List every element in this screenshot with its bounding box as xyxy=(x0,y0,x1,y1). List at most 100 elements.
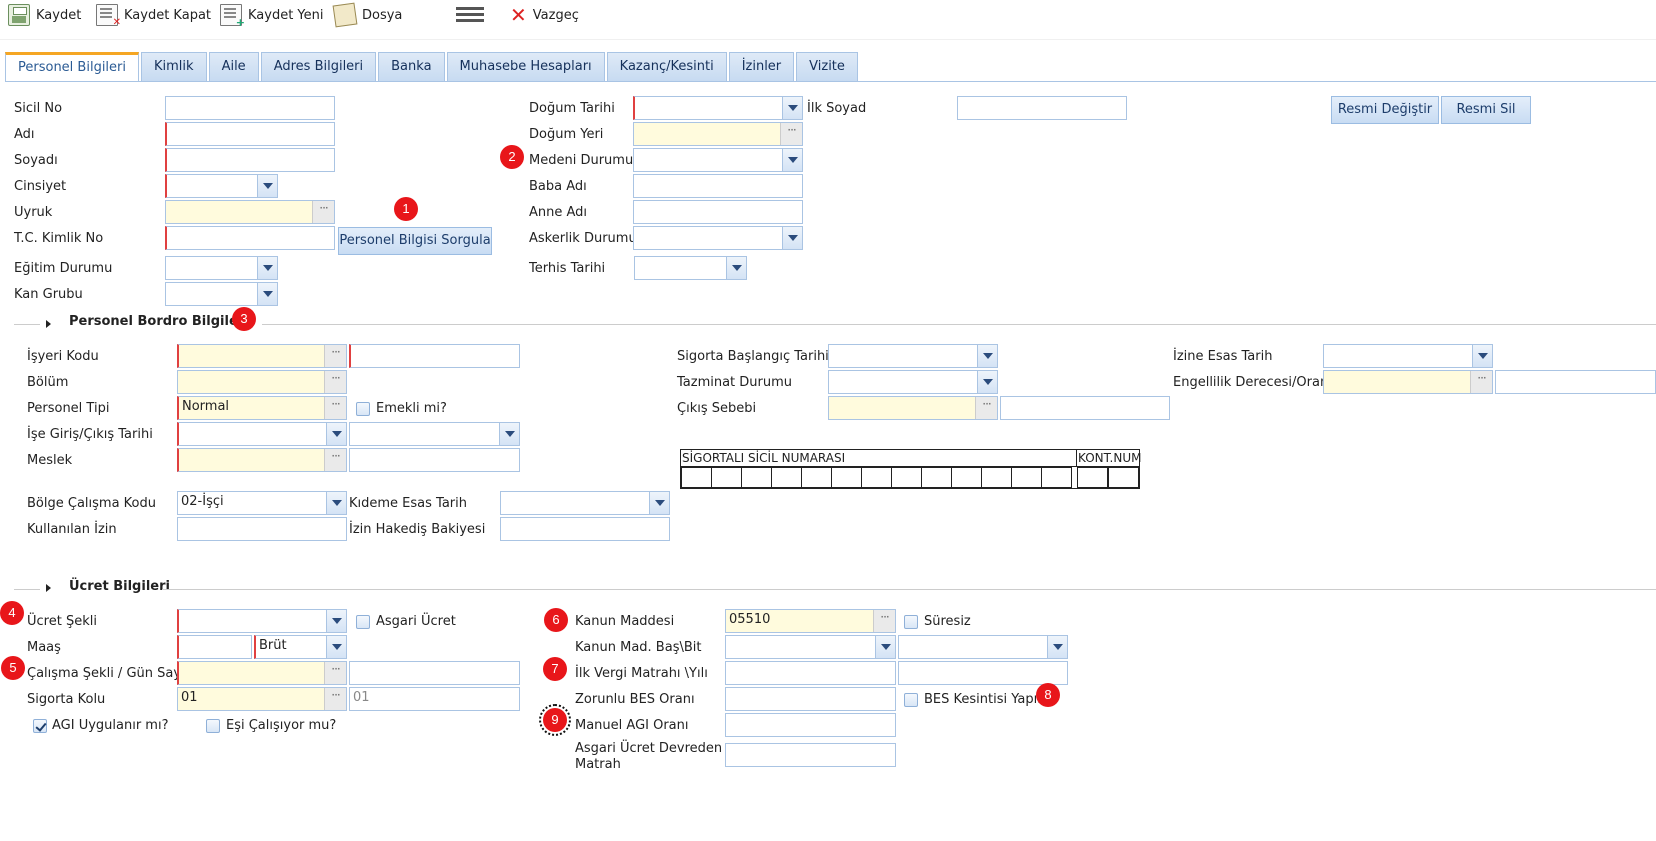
kullanilan-izin-input[interactable] xyxy=(177,517,347,541)
save-button[interactable]: Kaydet xyxy=(8,2,81,28)
save-close-button[interactable]: ✕ Kaydet Kapat xyxy=(96,2,211,28)
resmi-sil-button[interactable]: Resmi Sil xyxy=(1441,96,1531,124)
izin-hakedis-input[interactable] xyxy=(500,517,670,541)
zorunlu-bes-input[interactable] xyxy=(725,687,896,711)
expand-arrow-icon[interactable] xyxy=(46,320,51,328)
chevron-down-icon[interactable] xyxy=(326,610,346,632)
chevron-down-icon[interactable] xyxy=(1047,636,1067,658)
sgk-cell[interactable] xyxy=(681,467,712,488)
kideme-esas-select[interactable] xyxy=(500,491,670,515)
ellipsis-icon[interactable]: ··· xyxy=(312,201,334,223)
dogum-tarihi-select[interactable] xyxy=(633,96,803,120)
chevron-down-icon[interactable] xyxy=(782,149,802,171)
adi-input[interactable] xyxy=(165,122,335,146)
asgari-ucret-checkbox[interactable] xyxy=(356,615,370,629)
askerlik-select[interactable] xyxy=(633,226,803,250)
chevron-down-icon[interactable] xyxy=(499,423,519,445)
personel-sorgula-button[interactable]: Personel Bilgisi Sorgula xyxy=(338,227,492,255)
tazminat-select[interactable] xyxy=(828,370,998,394)
chevron-down-icon[interactable] xyxy=(1472,345,1492,367)
terhis-select[interactable] xyxy=(634,256,747,280)
baba-adi-input[interactable] xyxy=(633,174,803,198)
ellipsis-icon[interactable]: ··· xyxy=(780,123,802,145)
meslek-text[interactable] xyxy=(349,448,520,472)
chevron-down-icon[interactable] xyxy=(257,283,277,305)
chevron-down-icon[interactable] xyxy=(977,345,997,367)
ellipsis-icon[interactable]: ··· xyxy=(324,662,346,684)
chevron-down-icon[interactable] xyxy=(782,227,802,249)
ilk-soyad-input[interactable] xyxy=(957,96,1127,120)
kan-grubu-select[interactable] xyxy=(165,282,278,306)
chevron-down-icon[interactable] xyxy=(782,97,802,119)
cikis-sebebi-lookup[interactable]: ··· xyxy=(828,396,998,420)
sgk-cell[interactable] xyxy=(1041,467,1072,488)
bes-kesintisi-checkbox[interactable] xyxy=(904,693,918,707)
expand-arrow-icon[interactable] xyxy=(46,584,51,592)
maas-input[interactable] xyxy=(177,635,252,659)
cancel-button[interactable]: ✕ Vazgeç xyxy=(510,2,579,28)
file-button[interactable]: Dosya xyxy=(332,2,402,28)
sigorta-baslangic-select[interactable] xyxy=(828,344,998,368)
resmi-degistir-button[interactable]: Resmi Değiştir xyxy=(1331,96,1439,124)
suresiz-checkbox[interactable] xyxy=(904,615,918,629)
sgk-cell[interactable] xyxy=(921,467,952,488)
sigorta-kolu-text[interactable]: 01 xyxy=(349,687,520,711)
esi-calisiyor-checkbox[interactable] xyxy=(206,719,220,733)
ilk-vergi-matrah-input[interactable] xyxy=(725,661,896,685)
ilk-vergi-yil-input[interactable] xyxy=(898,661,1068,685)
meslek-lookup[interactable]: ··· xyxy=(177,448,347,472)
chevron-down-icon[interactable] xyxy=(726,257,746,279)
isyeri-kodu-text[interactable] xyxy=(349,344,520,368)
engellilik-lookup[interactable]: ··· xyxy=(1323,370,1493,394)
sgk-cell[interactable] xyxy=(891,467,922,488)
cikis-sebebi-text[interactable] xyxy=(1000,396,1170,420)
ise-giris-select[interactable] xyxy=(177,422,347,446)
kont-cell[interactable] xyxy=(1077,467,1108,488)
isyeri-kodu-lookup[interactable]: ··· xyxy=(177,344,347,368)
ellipsis-icon[interactable]: ··· xyxy=(324,397,346,419)
ise-cikis-select[interactable] xyxy=(349,422,520,446)
ucret-sekli-select[interactable] xyxy=(177,609,347,633)
tab-banka[interactable]: Banka xyxy=(378,52,445,82)
gun-sayisi-input[interactable] xyxy=(349,661,520,685)
tab-adres-bilgileri[interactable]: Adres Bilgileri xyxy=(260,52,377,82)
uyruk-lookup[interactable]: ··· xyxy=(165,200,335,224)
bolge-calisma-select[interactable]: 02-İşçi xyxy=(177,491,347,515)
chevron-down-icon[interactable] xyxy=(257,175,277,197)
personel-tipi-lookup[interactable]: Normal ··· xyxy=(177,396,347,420)
ellipsis-icon[interactable]: ··· xyxy=(975,397,997,419)
kanun-maddesi-lookup[interactable]: 05510 ··· xyxy=(725,609,896,633)
kanun-baslangic-select[interactable] xyxy=(725,635,896,659)
chevron-down-icon[interactable] xyxy=(257,257,277,279)
chevron-down-icon[interactable] xyxy=(326,636,346,658)
tab-aile[interactable]: Aile xyxy=(208,52,259,82)
sgk-cell[interactable] xyxy=(771,467,802,488)
medeni-durumu-select[interactable] xyxy=(633,148,803,172)
tab-kazanc-kesinti[interactable]: Kazanç/Kesinti xyxy=(606,52,727,82)
sgk-cell[interactable] xyxy=(711,467,742,488)
tab-personel-bilgileri[interactable]: Personel Bilgileri xyxy=(5,52,139,82)
kanun-bitis-select[interactable] xyxy=(898,635,1068,659)
sgk-cell[interactable] xyxy=(741,467,772,488)
asgari-devreden-input[interactable] xyxy=(725,743,896,767)
ellipsis-icon[interactable]: ··· xyxy=(1470,371,1492,393)
sgk-cell[interactable] xyxy=(951,467,982,488)
chevron-down-icon[interactable] xyxy=(875,636,895,658)
tab-muhasebe-hesaplari[interactable]: Muhasebe Hesapları xyxy=(446,52,605,82)
brut-select[interactable]: Brüt xyxy=(254,635,347,659)
calisma-sekli-lookup[interactable]: ··· xyxy=(177,661,347,685)
egitim-select[interactable] xyxy=(165,256,278,280)
tab-izinler[interactable]: İzinler xyxy=(728,52,795,82)
save-new-button[interactable]: + Kaydet Yeni xyxy=(220,2,324,29)
chevron-down-icon[interactable] xyxy=(649,492,669,514)
sgk-cell[interactable] xyxy=(1011,467,1042,488)
sgk-cell[interactable] xyxy=(981,467,1012,488)
chevron-down-icon[interactable] xyxy=(977,371,997,393)
menu-icon[interactable] xyxy=(456,4,484,26)
ellipsis-icon[interactable]: ··· xyxy=(324,449,346,471)
ellipsis-icon[interactable]: ··· xyxy=(873,610,895,632)
izine-esas-select[interactable] xyxy=(1323,344,1493,368)
soyadi-input[interactable] xyxy=(165,148,335,172)
engellilik-text[interactable] xyxy=(1495,370,1656,394)
ellipsis-icon[interactable]: ··· xyxy=(324,688,346,710)
